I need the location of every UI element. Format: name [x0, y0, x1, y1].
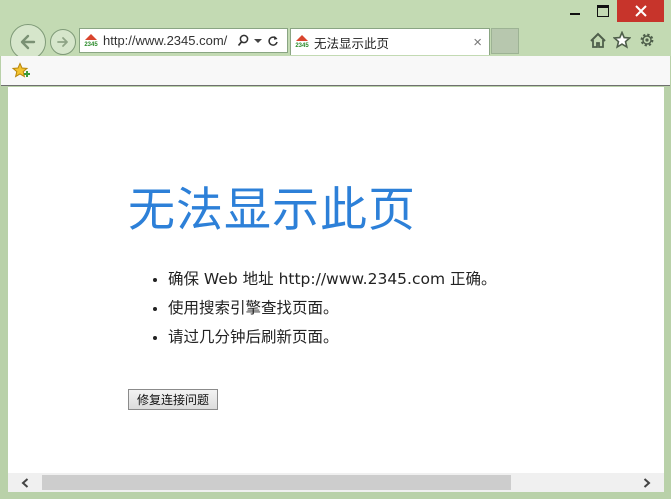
- refresh-icon[interactable]: [265, 35, 280, 47]
- tab-active[interactable]: 2345 无法显示此页 ×: [290, 28, 490, 55]
- home-icon[interactable]: [588, 30, 608, 50]
- address-bar[interactable]: 2345 http://www.2345.com/: [79, 28, 288, 53]
- scroll-left-icon: [21, 477, 29, 488]
- suggestion-list: 确保 Web 地址 http://www.2345.com 正确。 使用搜索引擎…: [153, 265, 497, 352]
- scroll-left-button[interactable]: [8, 473, 42, 492]
- horizontal-scrollbar[interactable]: [8, 473, 664, 492]
- back-button[interactable]: [10, 24, 46, 60]
- fix-connection-button[interactable]: 修复连接问题: [128, 389, 219, 410]
- site-logo: 2345: [83, 33, 99, 49]
- back-arrow-icon: [20, 34, 36, 50]
- new-tab-button[interactable]: [491, 28, 519, 54]
- list-item: 确保 Web 地址 http://www.2345.com 正确。: [153, 265, 497, 294]
- minimize-button[interactable]: [563, 0, 587, 22]
- page-title: 无法显示此页: [128, 183, 416, 238]
- search-icon[interactable]: [235, 34, 250, 47]
- favorites-bar: [1, 56, 670, 86]
- maximize-icon: [597, 5, 609, 17]
- tab-site-logo: 2345: [294, 34, 310, 50]
- list-item: 请过几分钟后刷新页面。: [153, 323, 497, 352]
- forward-arrow-icon: [57, 37, 68, 47]
- close-window-button[interactable]: [617, 0, 664, 22]
- star-icon[interactable]: [612, 30, 632, 50]
- close-icon: [634, 5, 647, 17]
- maximize-button[interactable]: [591, 0, 615, 22]
- list-item: 使用搜索引擎查找页面。: [153, 294, 497, 323]
- tab-close-button[interactable]: ×: [473, 34, 482, 51]
- tab-title: 无法显示此页: [314, 35, 390, 51]
- forward-button[interactable]: [50, 29, 76, 55]
- chevron-down-icon[interactable]: [250, 38, 265, 44]
- scroll-right-button[interactable]: [630, 473, 664, 492]
- scroll-right-icon: [643, 477, 651, 488]
- add-favorites-icon[interactable]: [11, 62, 31, 80]
- address-url[interactable]: http://www.2345.com/: [103, 33, 233, 48]
- minimize-icon: [570, 13, 580, 15]
- scrollbar-thumb[interactable]: [42, 475, 511, 490]
- page-content: 无法显示此页 确保 Web 地址 http://www.2345.com 正确。…: [8, 87, 664, 473]
- gear-icon[interactable]: [637, 30, 657, 50]
